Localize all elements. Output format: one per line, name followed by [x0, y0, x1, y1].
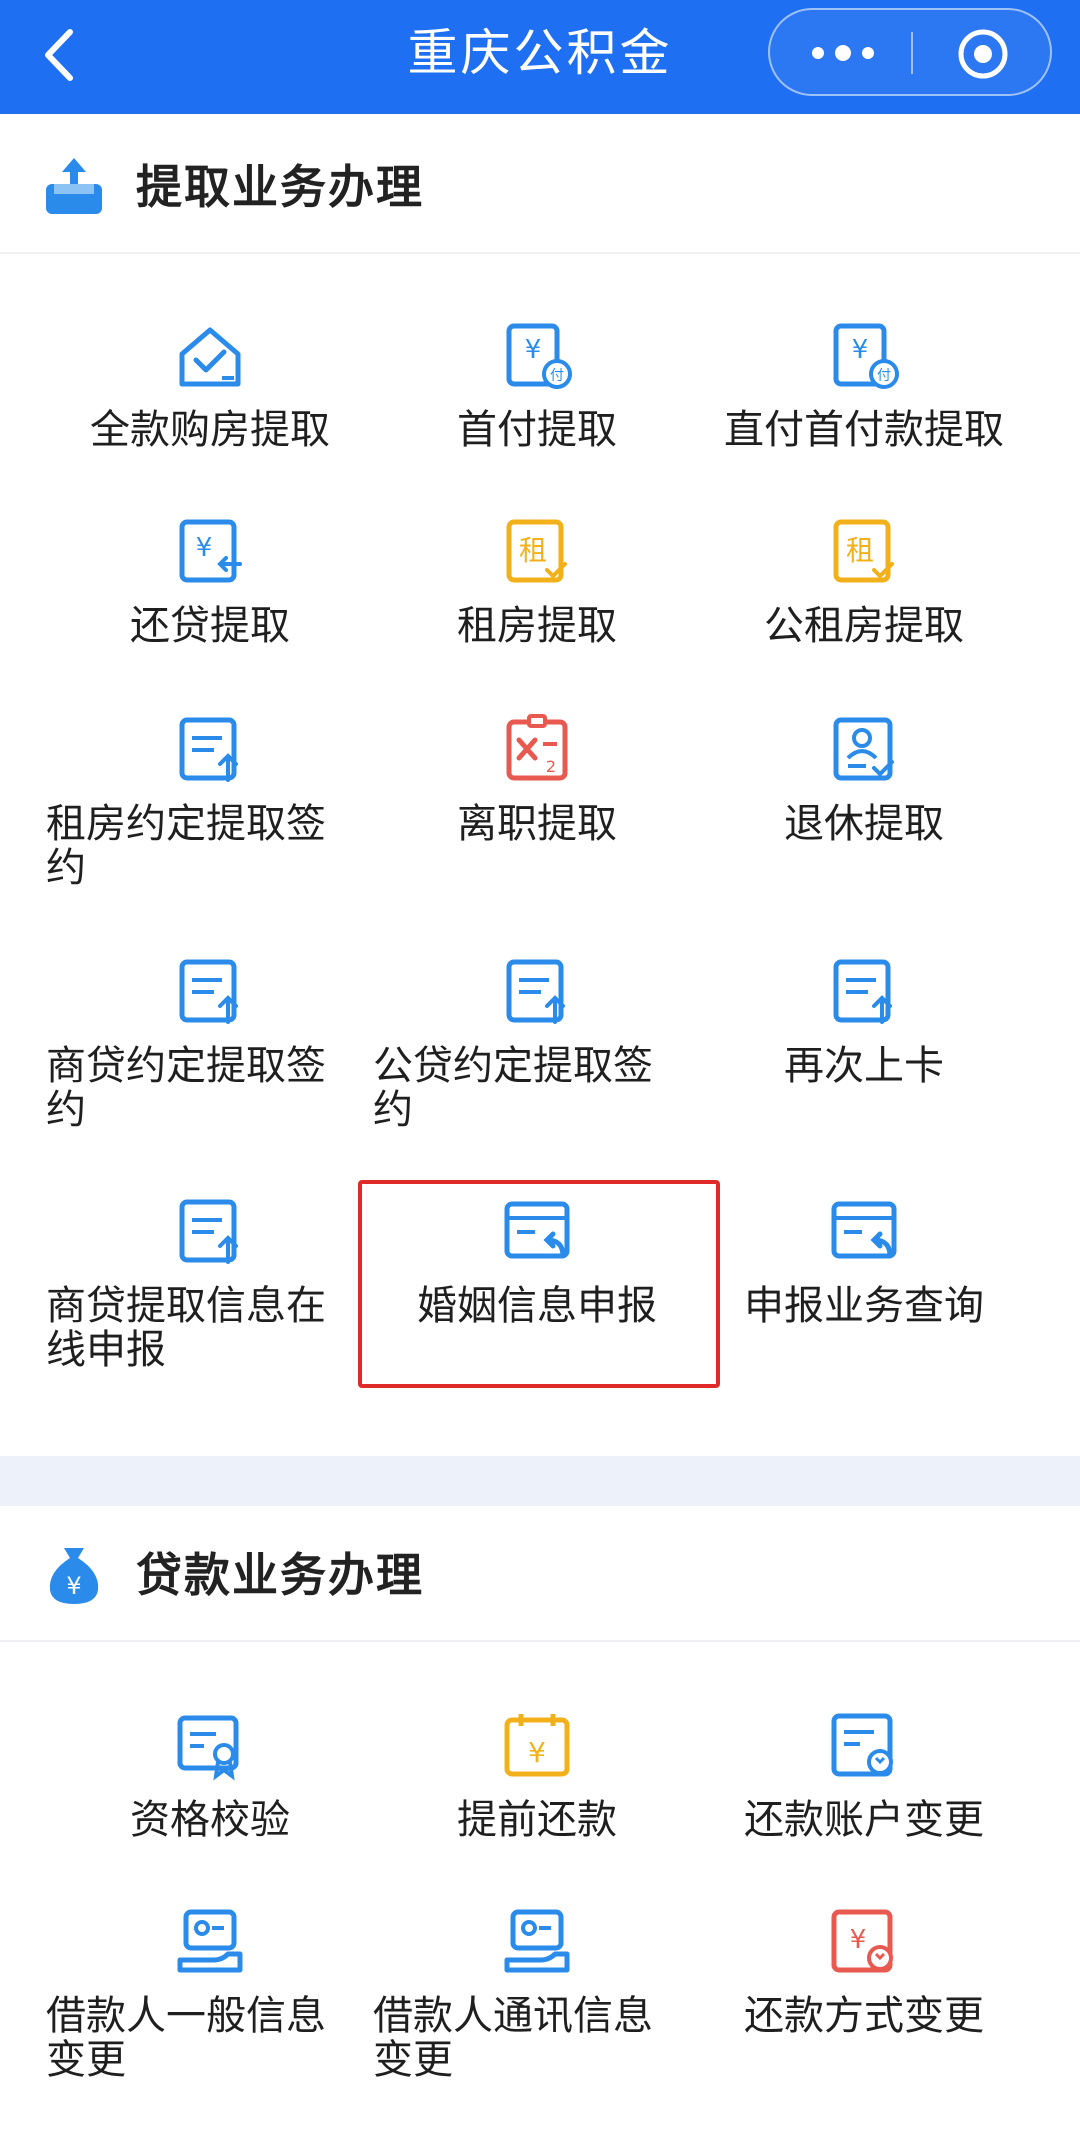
item-label: 借款人一般信息变更	[46, 1993, 326, 2083]
hand-card-icon	[504, 1909, 570, 1973]
doc-upload-icon	[179, 959, 238, 1024]
svg-text:¥: ¥	[528, 1736, 546, 1769]
section-divider	[0, 1456, 1080, 1506]
rent-doc-icon: 租	[506, 519, 567, 583]
item-label: 资格校验	[130, 1797, 290, 1843]
item-label: 租房提取	[457, 603, 617, 649]
capsule-divider	[911, 32, 913, 74]
item-label: 提前还款	[457, 1797, 617, 1843]
withdraw-tray-icon	[46, 158, 102, 214]
item-label: 公租房提取	[764, 603, 964, 649]
svg-text:租: 租	[519, 534, 547, 567]
person-doc-icon	[833, 717, 894, 781]
item-label: 退休提取	[784, 801, 944, 847]
item-label: 直付首付款提取	[724, 407, 1004, 453]
resign-doc-icon: 2	[506, 714, 568, 781]
item-label: 租房约定提取签约	[46, 801, 326, 891]
doc-upload-icon	[506, 959, 565, 1024]
item-label: 全款购房提取	[90, 407, 330, 453]
doc-refresh-icon	[831, 1713, 893, 1777]
svg-text:2: 2	[546, 757, 556, 776]
svg-text:¥: ¥	[196, 533, 213, 563]
yuan-pay-doc-icon: ¥ 付	[833, 323, 899, 389]
close-target-icon[interactable]	[955, 26, 1011, 82]
hand-card-icon	[177, 1909, 243, 1973]
item-label: 申报业务查询	[744, 1283, 984, 1329]
doc-upload-icon	[833, 959, 892, 1024]
yuan-pay-doc-icon: ¥ 付	[506, 323, 572, 389]
highlight-box	[358, 1180, 720, 1388]
yuan-return-doc-icon: ¥	[179, 519, 242, 583]
top-nav-bar: 重庆公积金	[0, 0, 1080, 114]
mini-program-capsule	[768, 8, 1052, 96]
rent-doc-icon: 租	[833, 519, 894, 583]
cert-check-icon	[177, 1715, 239, 1781]
svg-text:¥: ¥	[66, 1572, 81, 1600]
more-dots-icon[interactable]	[808, 38, 878, 68]
item-label: 离职提取	[457, 801, 617, 847]
item-label: 还款账户变更	[744, 1797, 984, 1843]
doc-upload-icon	[179, 1199, 238, 1264]
withdraw-section-title: 提取业务办理	[136, 160, 424, 214]
item-label: 公贷约定提取签约	[373, 1043, 653, 1133]
house-check-icon	[179, 327, 241, 387]
svg-text:¥: ¥	[525, 335, 542, 365]
item-label: 还款方式变更	[744, 1993, 984, 2039]
item-label: 借款人通讯信息变更	[373, 1993, 653, 2083]
loan-section-title: 贷款业务办理	[136, 1548, 424, 1602]
svg-text:租: 租	[846, 534, 874, 567]
withdraw-section-header: 提取业务办理	[0, 118, 1080, 254]
loan-section-header: ¥ 贷款业务办理	[0, 1506, 1080, 1642]
item-label: 商贷约定提取签约	[46, 1043, 326, 1133]
svg-text:付: 付	[550, 368, 564, 384]
yuan-refresh-icon: ¥	[831, 1909, 893, 1973]
svg-text:¥: ¥	[852, 335, 869, 365]
svg-text:付: 付	[877, 368, 891, 384]
money-bag-icon: ¥	[49, 1548, 99, 1604]
svg-text:¥: ¥	[850, 1925, 867, 1955]
card-return-icon	[831, 1201, 897, 1259]
item-label: 再次上卡	[784, 1043, 944, 1089]
item-label: 还贷提取	[130, 603, 290, 649]
calendar-yuan-icon: ¥	[504, 1714, 570, 1777]
item-label: 首付提取	[457, 407, 617, 453]
item-label: 商贷提取信息在线申报	[46, 1283, 326, 1373]
doc-upload-icon	[179, 717, 238, 782]
